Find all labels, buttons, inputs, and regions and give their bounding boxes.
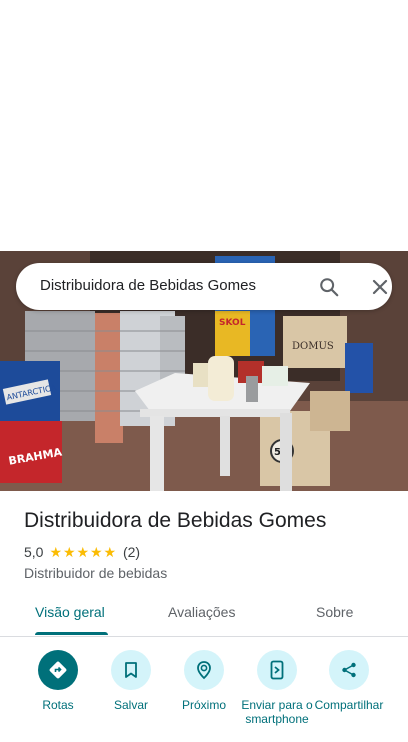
directions-icon bbox=[38, 650, 78, 690]
save-button[interactable]: Salvar bbox=[91, 650, 171, 712]
directions-label: Rotas bbox=[42, 698, 74, 712]
active-tab-indicator bbox=[35, 632, 108, 635]
rating-value: 5,0 bbox=[24, 544, 44, 560]
close-icon[interactable] bbox=[370, 277, 390, 297]
bookmark-icon bbox=[111, 650, 151, 690]
send-to-phone-button[interactable]: Enviar para o smartphone bbox=[237, 650, 317, 726]
nearby-button[interactable]: Próximo bbox=[164, 650, 244, 712]
tab-overview[interactable]: Visão geral bbox=[35, 604, 105, 620]
search-input[interactable]: Distribuidora de Bebidas Gomes bbox=[40, 277, 256, 294]
tab-about[interactable]: Sobre bbox=[316, 604, 353, 620]
star-icon: ★ bbox=[103, 544, 117, 560]
share-label: Compartilhar bbox=[314, 698, 384, 712]
star-icon: ★ bbox=[76, 544, 90, 560]
rating-stars: ★ ★ ★ ★ ★ bbox=[49, 545, 117, 559]
star-icon: ★ bbox=[49, 544, 63, 560]
share-button[interactable]: Compartilhar bbox=[309, 650, 389, 712]
send-to-phone-icon bbox=[257, 650, 297, 690]
send-to-phone-label: Enviar para o smartphone bbox=[241, 698, 313, 726]
place-title: Distribuidora de Bebidas Gomes bbox=[24, 509, 327, 532]
place-category[interactable]: Distribuidor de bebidas bbox=[24, 565, 167, 581]
box-label-skol: SKOL bbox=[219, 318, 246, 328]
star-icon: ★ bbox=[62, 544, 76, 560]
search-icon[interactable] bbox=[318, 276, 340, 298]
save-label: Salvar bbox=[113, 698, 148, 712]
box-label-domus: DOMUS bbox=[292, 341, 334, 352]
search-bar[interactable]: Distribuidora de Bebidas Gomes bbox=[16, 263, 392, 310]
tab-reviews[interactable]: Avaliações bbox=[168, 604, 235, 620]
place-tabs: Visão geral Avaliações Sobre bbox=[0, 590, 408, 637]
share-icon bbox=[329, 650, 369, 690]
nearby-icon bbox=[184, 650, 224, 690]
directions-button[interactable]: Rotas bbox=[18, 650, 98, 712]
rating-count[interactable]: (2) bbox=[123, 544, 140, 560]
nearby-label: Próximo bbox=[181, 698, 226, 712]
rating-row[interactable]: 5,0 ★ ★ ★ ★ ★ (2) bbox=[24, 543, 140, 561]
place-page: ANTARCTICA BRAHMA SKOL DOMUS 51 bbox=[0, 0, 408, 742]
star-icon: ★ bbox=[89, 544, 103, 560]
